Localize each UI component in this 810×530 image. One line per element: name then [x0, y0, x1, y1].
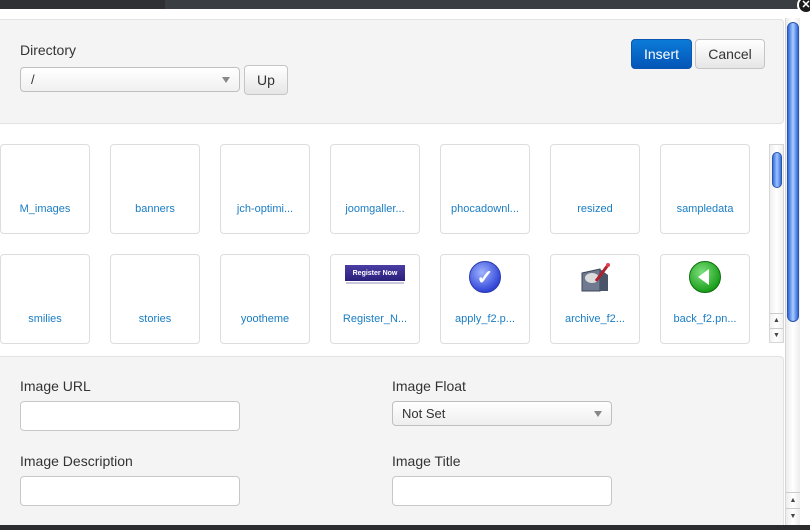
folder-tile[interactable]: M_images — [0, 144, 90, 234]
tile-name: yootheme — [240, 313, 290, 325]
folder-tile[interactable]: yootheme — [220, 254, 310, 344]
folder-tile[interactable]: stories — [110, 254, 200, 344]
grid-scrollbar[interactable]: ▲ ▼ — [769, 144, 784, 343]
top-bar-shade — [0, 0, 165, 9]
tile-name: archive_f2... — [565, 313, 625, 325]
image-description-label: Image Description — [20, 453, 133, 469]
tile-name: jch-optimi... — [236, 203, 294, 215]
image-tile[interactable]: ✓ apply_f2.p... — [440, 254, 530, 344]
register-now-subtext — [346, 282, 404, 284]
image-tile[interactable]: back_f2.pn... — [660, 254, 750, 344]
image-float-label: Image Float — [392, 378, 466, 394]
directory-select-value: / — [31, 72, 35, 87]
directory-select[interactable]: / — [20, 67, 240, 92]
image-title-input[interactable] — [392, 476, 612, 506]
modal-top-bar — [0, 0, 810, 9]
image-tile[interactable]: Register Now Register_N... — [330, 254, 420, 344]
tile-name: apply_f2.p... — [455, 313, 515, 325]
image-url-input[interactable] — [20, 401, 240, 431]
chevron-down-icon — [594, 411, 602, 417]
scroll-down-arrow-icon[interactable]: ▼ — [786, 508, 800, 523]
register-now-thumbnail: Register Now — [345, 265, 405, 281]
folder-tile[interactable]: joomgaller... — [330, 144, 420, 234]
media-grid: M_images banners jch-optimi... joomgalle… — [0, 124, 784, 356]
image-url-label: Image URL — [20, 378, 91, 394]
tile-name: phocadownl... — [451, 203, 519, 215]
tile-name: banners — [135, 203, 175, 215]
up-button[interactable]: Up — [244, 65, 288, 95]
page-scrollbar-thumb[interactable] — [787, 22, 799, 322]
tile-name: back_f2.pn... — [673, 313, 737, 325]
image-float-value: Not Set — [402, 406, 446, 421]
back-arrow-icon — [689, 261, 721, 293]
insert-button[interactable]: Insert — [631, 39, 692, 69]
tile-name: sampledata — [676, 203, 734, 215]
grid-scrollbar-thumb[interactable] — [772, 152, 782, 188]
tile-name: Register_N... — [342, 313, 408, 325]
page-scrollbar[interactable]: ▲ ▼ — [785, 18, 800, 525]
chevron-down-icon — [222, 77, 230, 83]
checkmark-icon: ✓ — [469, 261, 501, 293]
tile-name: resized — [577, 203, 613, 215]
close-icon[interactable]: ✕ — [797, 0, 810, 14]
folder-tile[interactable]: smilies — [0, 254, 90, 344]
folder-tile[interactable]: phocadownl... — [440, 144, 530, 234]
tile-name: stories — [138, 313, 172, 325]
folder-tile[interactable]: banners — [110, 144, 200, 234]
modal-bottom-bar — [0, 525, 810, 530]
scroll-up-arrow-icon[interactable]: ▲ — [786, 492, 800, 507]
image-title-label: Image Title — [392, 453, 461, 469]
folder-tile[interactable]: sampledata — [660, 144, 750, 234]
image-float-select[interactable]: Not Set — [392, 401, 612, 426]
cancel-button[interactable]: Cancel — [695, 39, 765, 69]
tile-name: smilies — [28, 313, 62, 325]
image-description-input[interactable] — [20, 476, 240, 506]
folder-tile[interactable]: jch-optimi... — [220, 144, 310, 234]
archive-icon — [581, 263, 610, 292]
scroll-up-arrow-icon[interactable]: ▲ — [770, 313, 783, 327]
scroll-down-arrow-icon[interactable]: ▼ — [770, 328, 783, 342]
tile-name: joomgaller... — [345, 203, 405, 215]
tile-name: M_images — [19, 203, 71, 215]
image-tile[interactable]: archive_f2... — [550, 254, 640, 344]
folder-tile[interactable]: resized — [550, 144, 640, 234]
directory-label: Directory — [20, 42, 77, 58]
